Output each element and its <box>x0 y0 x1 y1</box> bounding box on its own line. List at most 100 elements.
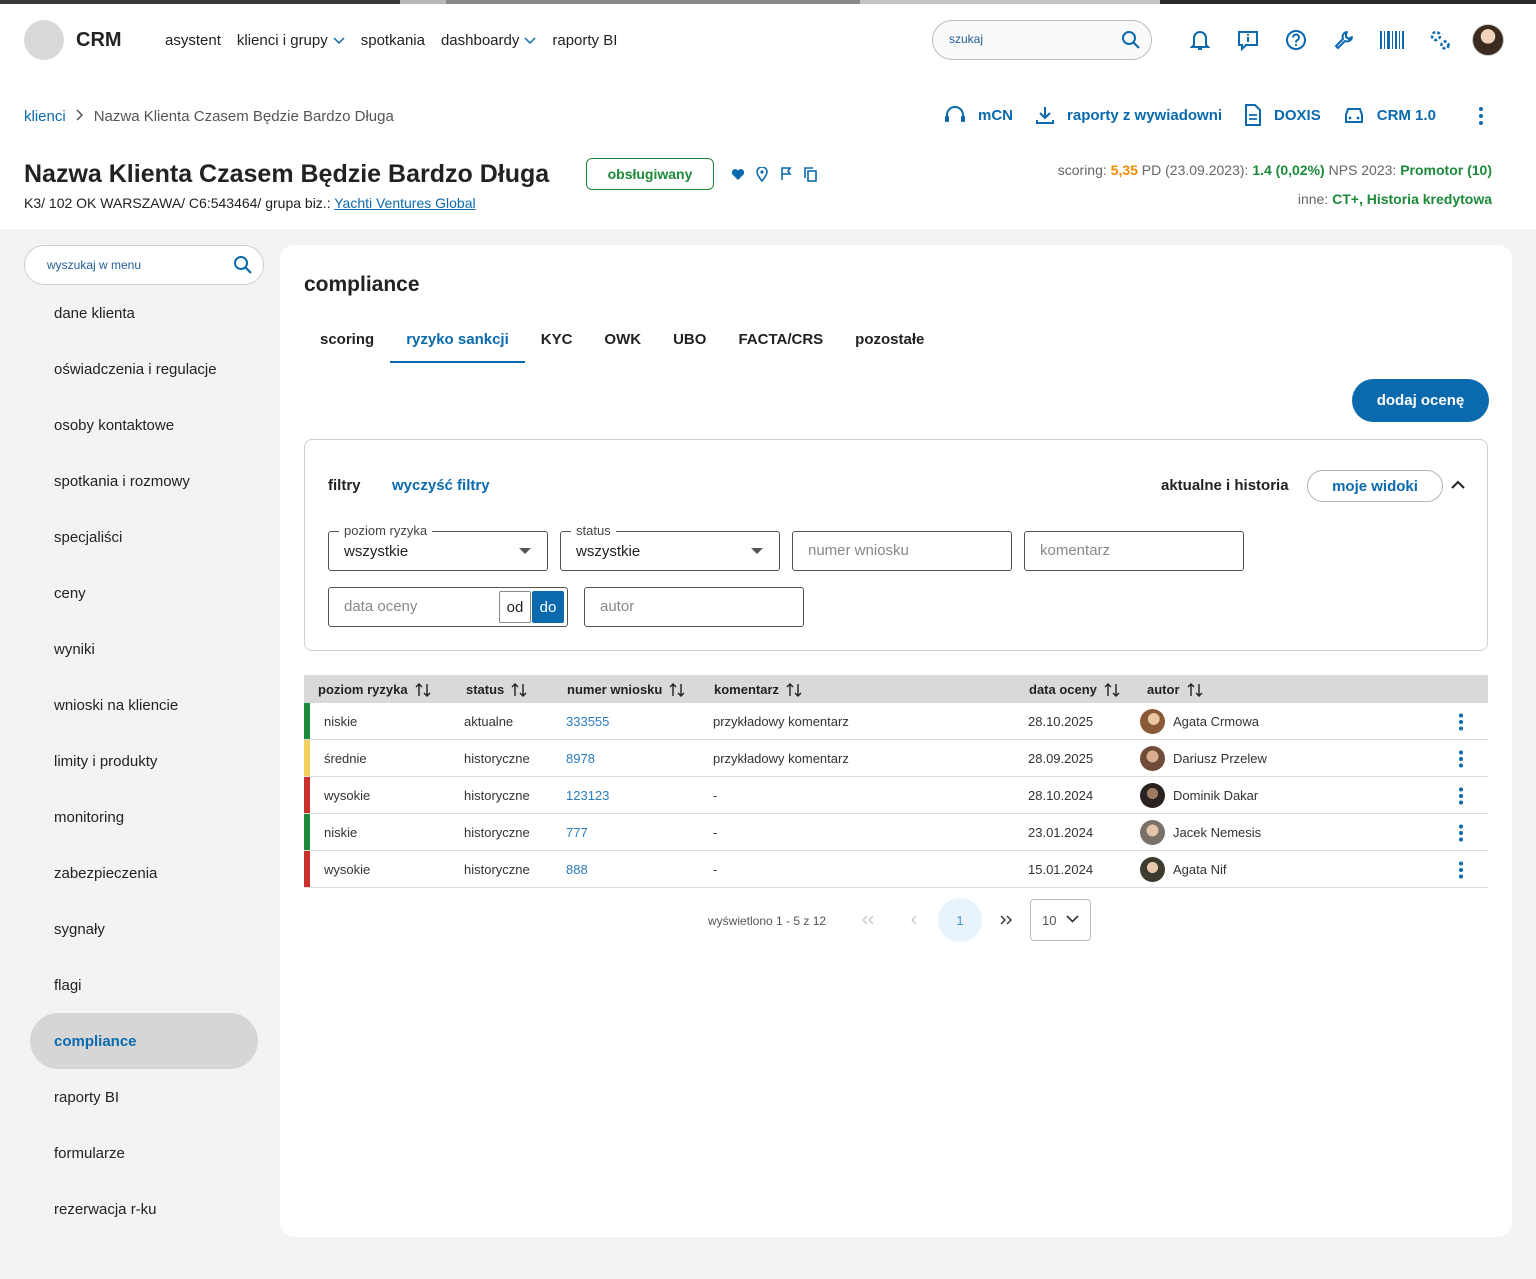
cell-number-link[interactable]: 123123 <box>566 788 609 803</box>
quick-link-mcn[interactable]: mCN <box>944 105 1013 125</box>
tab-ubo[interactable]: UBO <box>657 323 722 363</box>
sidebar-item-flagi[interactable]: flagi <box>30 957 258 1013</box>
info-icon[interactable] <box>1236 28 1260 52</box>
business-group-link[interactable]: Yachti Ventures Global <box>334 195 475 211</box>
page-size-select[interactable]: 10 <box>1030 899 1091 941</box>
menu-search-input[interactable] <box>47 258 227 272</box>
author-input[interactable] <box>600 598 770 615</box>
sidebar-item-compliance[interactable]: compliance <box>30 1013 258 1069</box>
my-views-button[interactable]: moje widoki <box>1307 470 1443 502</box>
application-number-input[interactable] <box>808 542 978 559</box>
row-menu-icon[interactable] <box>1458 713 1464 736</box>
user-avatar[interactable] <box>1472 24 1504 56</box>
global-search[interactable] <box>932 20 1152 60</box>
global-search-input[interactable] <box>949 32 1109 46</box>
table-row[interactable]: wysokie historyczne 888 - 15.01.2024 Aga… <box>304 851 1488 888</box>
table-row[interactable]: niskie aktualne 333555 przykładowy komen… <box>304 703 1488 740</box>
search-icon[interactable] <box>1121 30 1141 55</box>
author-field[interactable] <box>584 587 804 627</box>
cell-number-link[interactable]: 333555 <box>566 714 609 729</box>
table-row[interactable]: średnie historyczne 8978 przykładowy kom… <box>304 740 1488 777</box>
nav-item-dashboardy[interactable]: dashboardy <box>441 32 536 49</box>
column-header-author[interactable]: autor <box>1147 682 1203 697</box>
help-icon[interactable] <box>1284 28 1308 52</box>
cell-author: Jacek Nemesis <box>1173 825 1262 840</box>
logo-mark[interactable] <box>24 20 64 60</box>
date-from-button[interactable]: od <box>499 591 531 623</box>
search-icon[interactable] <box>233 255 253 280</box>
quick-link-raporty[interactable]: raporty z wywiadowni <box>1035 105 1222 125</box>
tab-facta-crs[interactable]: FACTA/CRS <box>722 323 839 363</box>
column-header-date[interactable]: data oceny <box>1029 682 1120 697</box>
nav-item-raporty-bi[interactable]: raporty BI <box>552 32 617 49</box>
tab-pozostale[interactable]: pozostałe <box>839 323 940 363</box>
sidebar-item-limity[interactable]: limity i produkty <box>30 733 258 789</box>
column-header-status[interactable]: status <box>466 682 527 697</box>
row-menu-icon[interactable] <box>1458 750 1464 773</box>
sidebar-item-wyniki[interactable]: wyniki <box>30 621 258 677</box>
sidebar-item-rezerwacja[interactable]: rezerwacja r-ku <box>30 1181 258 1237</box>
sidebar-item-ceny[interactable]: ceny <box>30 565 258 621</box>
tab-scoring[interactable]: scoring <box>304 323 390 363</box>
bell-icon[interactable] <box>1188 28 1212 52</box>
row-menu-icon[interactable] <box>1458 787 1464 810</box>
quick-link-crm10[interactable]: CRM 1.0 <box>1343 105 1436 125</box>
cell-number-link[interactable]: 8978 <box>566 751 595 766</box>
page-current[interactable]: 1 <box>938 898 982 942</box>
tab-ryzyko-sankcji[interactable]: ryzyko sankcji <box>390 323 525 363</box>
add-assessment-button[interactable]: dodaj ocenę <box>1352 379 1489 422</box>
sidebar-item-formularze[interactable]: formularze <box>30 1125 258 1181</box>
sidebar-item-raporty-bi[interactable]: raporty BI <box>30 1069 258 1125</box>
pagination-info: wyświetlono 1 - 5 z 12 <box>708 914 827 928</box>
quick-link-doxis[interactable]: DOXIS <box>1244 104 1321 126</box>
prev-page-icon[interactable] <box>894 900 934 940</box>
sidebar-item-oswiadczenia[interactable]: oświadczenia i regulacje <box>30 341 258 397</box>
sidebar-item-monitoring[interactable]: monitoring <box>30 789 258 845</box>
comment-input[interactable] <box>1040 542 1210 559</box>
sidebar-item-dane-klienta[interactable]: dane klienta <box>30 285 258 341</box>
status-select[interactable]: status wszystkie <box>560 523 780 571</box>
more-options-icon[interactable] <box>1478 106 1484 131</box>
row-menu-icon[interactable] <box>1458 824 1464 847</box>
nav-item-klienci[interactable]: klienci i grupy <box>237 32 345 49</box>
column-header-comment[interactable]: komentarz <box>714 682 802 697</box>
column-header-number[interactable]: numer wniosku <box>567 682 685 697</box>
flag-icon[interactable] <box>778 166 794 182</box>
sidebar-item-wnioski[interactable]: wnioski na kliencie <box>30 677 258 733</box>
cell-number-link[interactable]: 888 <box>566 862 588 877</box>
assessment-date-input[interactable] <box>344 598 494 615</box>
tab-owk[interactable]: OWK <box>588 323 657 363</box>
nav-item-spotkania[interactable]: spotkania <box>361 32 425 49</box>
breadcrumb-root[interactable]: klienci <box>24 108 66 125</box>
sidebar-item-specjalisci[interactable]: specjaliści <box>30 509 258 565</box>
sidebar-item-spotkania[interactable]: spotkania i rozmowy <box>30 453 258 509</box>
chevron-up-icon[interactable] <box>1451 476 1465 494</box>
risk-level-select[interactable]: poziom ryzyka wszystkie <box>328 523 548 571</box>
next-page-icon[interactable] <box>986 900 1026 940</box>
nav-item-asystent[interactable]: asystent <box>165 32 221 49</box>
cell-number-link[interactable]: 777 <box>566 825 588 840</box>
assessment-date-field[interactable]: od do <box>328 587 568 627</box>
location-pin-icon[interactable] <box>754 166 770 182</box>
column-header-risk[interactable]: poziom ryzyka <box>318 682 431 697</box>
clear-filters-button[interactable]: wyczyść filtry <box>392 477 490 494</box>
logo-text[interactable]: CRM <box>76 29 122 52</box>
tab-kyc[interactable]: KYC <box>525 323 589 363</box>
copy-icon[interactable] <box>802 166 818 182</box>
menu-search[interactable] <box>24 245 264 285</box>
history-toggle-label[interactable]: aktualne i historia <box>1161 477 1289 494</box>
comment-field[interactable] <box>1024 531 1244 571</box>
sidebar-item-sygnaly[interactable]: sygnały <box>30 901 258 957</box>
row-menu-icon[interactable] <box>1458 861 1464 884</box>
sidebar-item-osoby-kontaktowe[interactable]: osoby kontaktowe <box>30 397 258 453</box>
settings-icon[interactable] <box>1428 28 1452 52</box>
application-number-field[interactable] <box>792 531 1012 571</box>
first-page-icon[interactable] <box>848 900 888 940</box>
heart-icon[interactable] <box>730 166 746 182</box>
sidebar-item-zabezpieczenia[interactable]: zabezpieczenia <box>30 845 258 901</box>
barcode-icon[interactable] <box>1380 28 1404 52</box>
date-to-button[interactable]: do <box>532 591 564 623</box>
wrench-icon[interactable] <box>1332 28 1356 52</box>
table-row[interactable]: wysokie historyczne 123123 - 28.10.2024 … <box>304 777 1488 814</box>
table-row[interactable]: niskie historyczne 777 - 23.01.2024 Jace… <box>304 814 1488 851</box>
